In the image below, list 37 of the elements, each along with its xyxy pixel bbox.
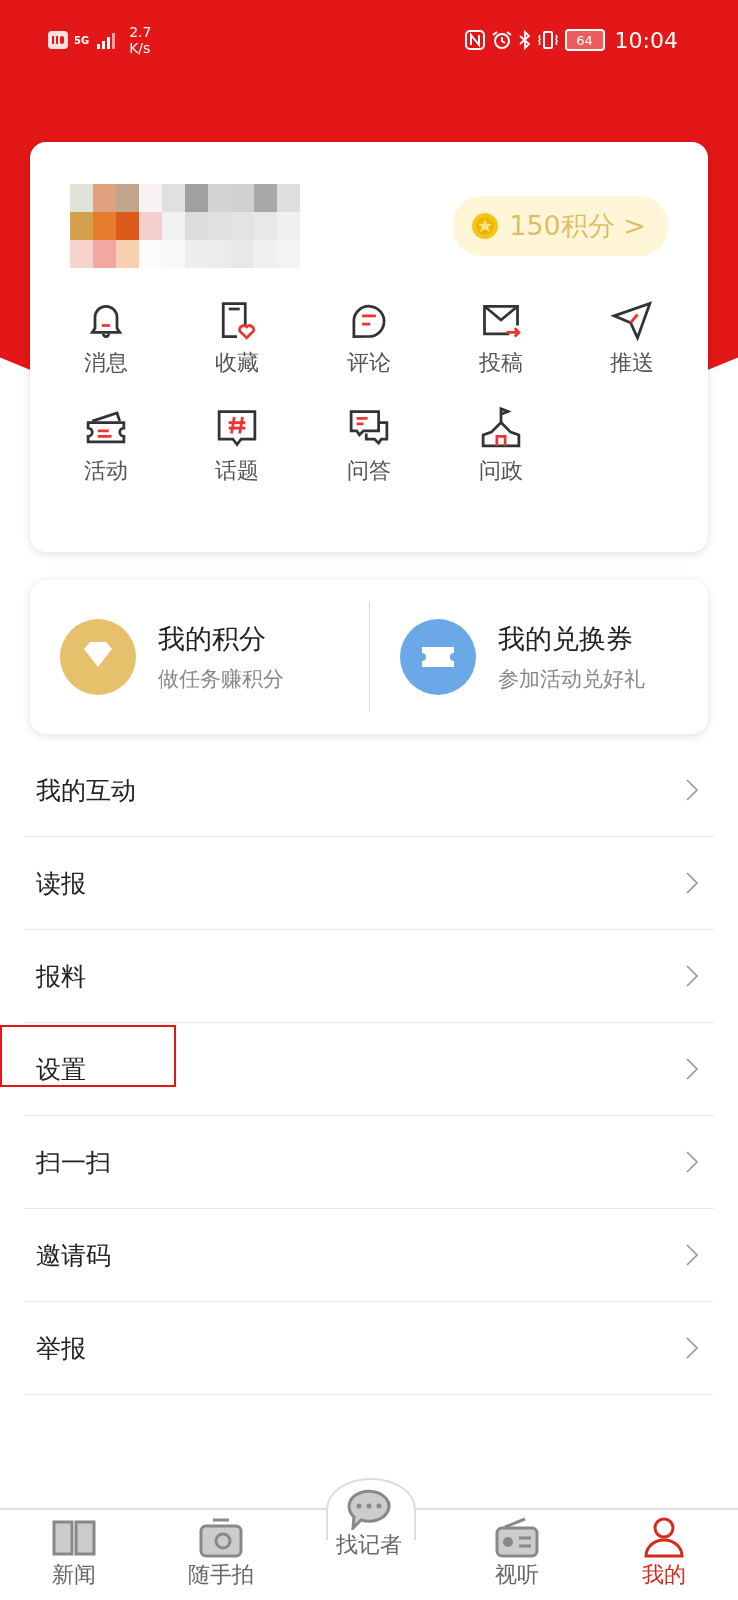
shortcut-button[interactable]: 话题 xyxy=(171,406,304,486)
battery-level: 64 xyxy=(576,32,593,48)
shortcut-button[interactable]: 收藏 xyxy=(171,298,304,378)
clock: 10:04 xyxy=(614,27,678,53)
nfc-icon xyxy=(464,30,485,50)
bluetooth-icon xyxy=(518,30,531,50)
camera-icon xyxy=(197,1516,246,1560)
tab[interactable]: 视听 xyxy=(442,1510,591,1600)
tab[interactable]: 找记者 xyxy=(295,1482,443,1600)
chevron-right-icon xyxy=(686,1058,698,1080)
speed-value: 2.7 xyxy=(129,24,152,40)
network-label: 5G xyxy=(74,34,90,46)
tab[interactable]: 我的 xyxy=(590,1510,738,1600)
reward-button[interactable]: 我的兑换券 参加活动兑好礼 xyxy=(369,618,708,696)
chevron-right-icon xyxy=(686,1244,698,1266)
chevron-right-icon xyxy=(686,965,698,987)
hd-icon xyxy=(48,31,68,49)
shortcut-button[interactable]: 活动 xyxy=(40,406,172,486)
shortcut-button[interactable]: 投稿 xyxy=(434,298,567,378)
chevron-right-icon xyxy=(686,872,698,894)
shortcut-button[interactable]: 评论 xyxy=(303,298,435,378)
shortcut-button[interactable]: 问政 xyxy=(434,406,567,486)
paper-plane-icon xyxy=(610,298,655,342)
reward-button[interactable]: 我的积分 做任务赚积分 xyxy=(30,618,369,696)
chevron-right-icon xyxy=(686,1337,698,1359)
signal-icon xyxy=(95,31,118,49)
tab[interactable]: 新闻 xyxy=(0,1510,148,1600)
shortcut-button[interactable]: 问答 xyxy=(303,406,435,486)
alarm-icon xyxy=(490,30,513,50)
shortcut-button[interactable]: 推送 xyxy=(566,298,698,378)
tab[interactable]: 随手拍 xyxy=(147,1510,296,1600)
chevron-right-icon xyxy=(686,1151,698,1173)
speed-unit: K/s xyxy=(129,40,152,56)
shortcut-button[interactable]: 消息 xyxy=(40,298,172,378)
star-coin-icon xyxy=(471,212,500,240)
vibrate-icon xyxy=(536,30,559,50)
chevron-right-icon xyxy=(686,779,698,801)
